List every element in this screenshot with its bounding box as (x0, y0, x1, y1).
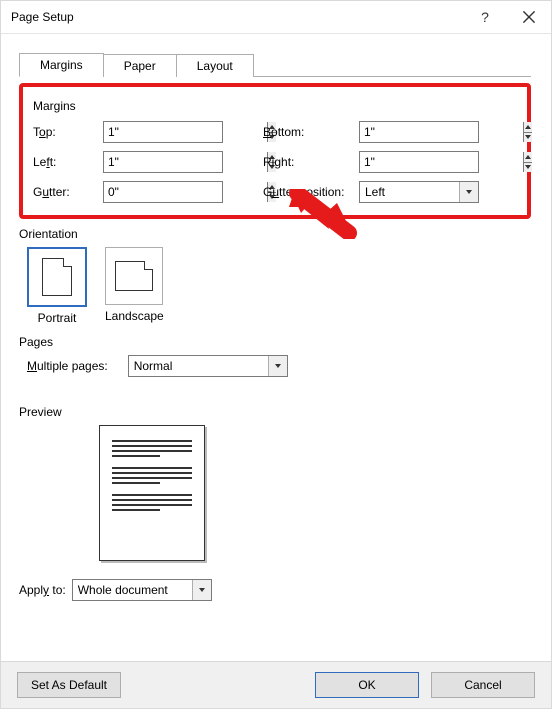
bottom-spin-up[interactable] (524, 122, 532, 132)
help-button[interactable]: ? (463, 1, 507, 33)
gutter-position-label: Gutter position: (263, 185, 359, 199)
question-icon: ? (481, 9, 489, 25)
dialog-footer: Set As Default OK Cancel (1, 661, 551, 708)
top-field[interactable] (103, 121, 223, 143)
highlight-annotation: Margins Top: Bottom: (19, 83, 531, 219)
bottom-label: Bottom: (263, 125, 359, 139)
multiple-pages-combo[interactable]: Normal (128, 355, 288, 377)
top-input[interactable] (104, 122, 267, 142)
orientation-landscape[interactable]: Landscape (105, 247, 164, 325)
tab-margins[interactable]: Margins (19, 53, 104, 77)
portrait-icon (42, 258, 72, 296)
apply-to-value: Whole document (73, 580, 192, 600)
bottom-field[interactable] (359, 121, 479, 143)
window-title: Page Setup (11, 10, 74, 24)
pages-group-label: Pages (19, 335, 531, 349)
gutter-field[interactable] (103, 181, 223, 203)
preview-page-icon (99, 425, 205, 561)
set-as-default-button[interactable]: Set As Default (17, 672, 121, 698)
left-label: Left: (33, 155, 103, 169)
gutter-position-combo[interactable]: Left (359, 181, 479, 203)
multiple-pages-value: Normal (129, 356, 268, 376)
close-icon (522, 10, 536, 24)
landscape-icon (115, 261, 153, 291)
ok-button[interactable]: OK (315, 672, 419, 698)
tab-layout[interactable]: Layout (176, 54, 254, 77)
gutter-label: Gutter: (33, 185, 103, 199)
apply-to-drop[interactable] (192, 580, 211, 600)
titlebar: Page Setup ? (1, 1, 551, 34)
chevron-down-icon (524, 134, 532, 140)
chevron-up-icon (524, 154, 532, 160)
multiple-pages-drop[interactable] (268, 356, 287, 376)
apply-to-label: Apply to: (19, 583, 66, 597)
tab-strip: Margins Paper Layout (19, 52, 531, 77)
bottom-input[interactable] (360, 122, 523, 142)
chevron-down-icon (524, 164, 532, 170)
left-field[interactable] (103, 151, 223, 173)
tab-paper[interactable]: Paper (103, 54, 177, 77)
chevron-down-icon (274, 363, 282, 369)
bottom-spin-down[interactable] (524, 132, 532, 143)
cancel-button[interactable]: Cancel (431, 672, 535, 698)
chevron-up-icon (524, 124, 532, 130)
gutter-position-value: Left (360, 182, 459, 202)
close-button[interactable] (507, 1, 551, 33)
right-field[interactable] (359, 151, 479, 173)
orientation-group-label: Orientation (19, 227, 531, 241)
right-spin-up[interactable] (524, 152, 532, 162)
panel-content: Margins Top: Bottom: (19, 77, 531, 611)
chevron-down-icon (198, 587, 206, 593)
chevron-down-icon (465, 189, 473, 195)
preview-group-label: Preview (19, 405, 531, 419)
right-label: Right: (263, 155, 359, 169)
right-spin-down[interactable] (524, 162, 532, 173)
gutter-position-drop[interactable] (459, 182, 478, 202)
top-label: Top: (33, 125, 103, 139)
margins-group-label: Margins (33, 99, 517, 113)
left-input[interactable] (104, 152, 267, 172)
multiple-pages-label: Multiple pages: (27, 359, 108, 373)
gutter-input[interactable] (104, 182, 267, 202)
right-input[interactable] (360, 152, 523, 172)
portrait-label: Portrait (38, 311, 77, 325)
orientation-portrait[interactable]: Portrait (27, 247, 87, 325)
apply-to-combo[interactable]: Whole document (72, 579, 212, 601)
landscape-label: Landscape (105, 309, 164, 323)
